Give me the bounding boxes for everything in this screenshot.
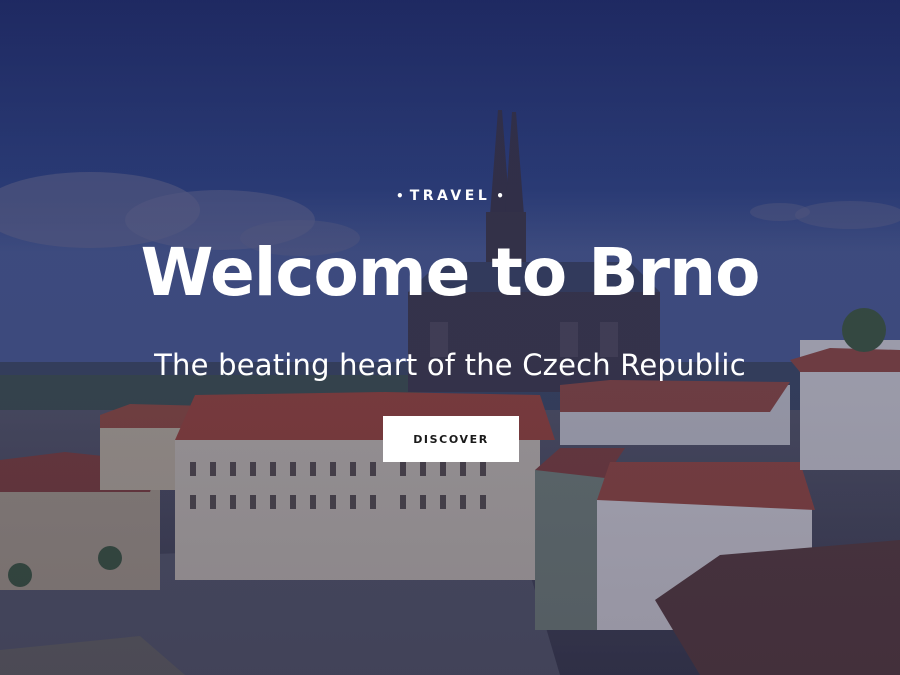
hero-subtitle: The beating heart of the Czech Republic: [154, 348, 746, 382]
bullet-right: •: [496, 189, 504, 203]
eyebrow-text: TRAVEL: [409, 188, 491, 204]
bullet-left: •: [396, 189, 404, 203]
hero-content: • TRAVEL • Welcome to Brno The beating hea…: [0, 0, 900, 675]
hero-headline: Welcome to Brno: [140, 234, 761, 311]
discover-button[interactable]: DISCOVER: [383, 416, 519, 462]
hero-section: • TRAVEL • Welcome to Brno The beating hea…: [0, 0, 900, 675]
eyebrow-label: • TRAVEL •: [0, 186, 900, 206]
